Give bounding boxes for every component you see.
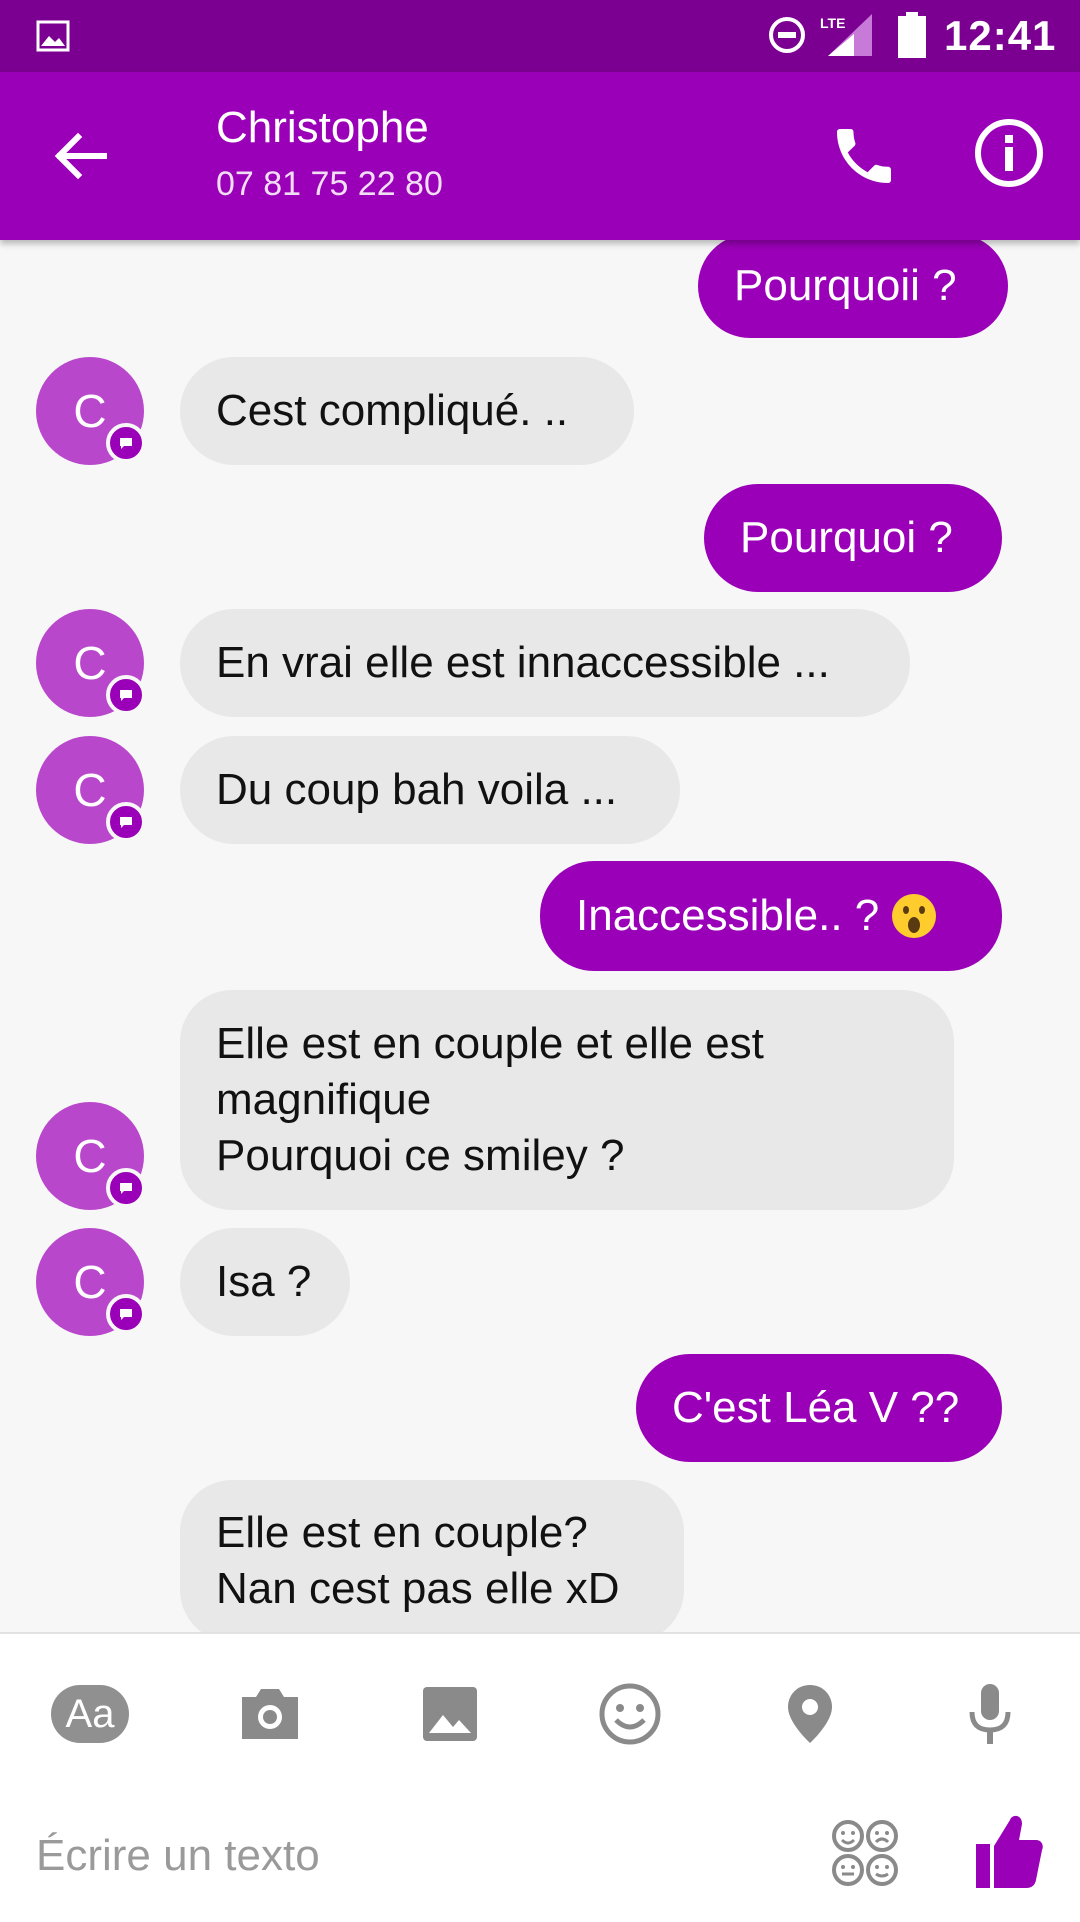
avatar[interactable]: C bbox=[36, 1102, 146, 1210]
network-type: LTE bbox=[820, 15, 845, 31]
messenger-badge-icon bbox=[106, 802, 146, 842]
text-format-icon: Aa bbox=[51, 1685, 129, 1743]
signal-icon: LTE bbox=[820, 14, 872, 56]
camera-button[interactable] bbox=[230, 1674, 310, 1754]
emoji-button[interactable] bbox=[590, 1674, 670, 1754]
message-text: Inaccessible.. ? bbox=[576, 891, 880, 940]
contact-phone: 07 81 75 22 80 bbox=[216, 165, 443, 203]
location-icon bbox=[788, 1685, 832, 1743]
messenger-badge-icon bbox=[106, 423, 146, 463]
stickers-icon[interactable] bbox=[830, 1818, 900, 1888]
avatar-letter: C bbox=[73, 764, 107, 816]
avatar-letter: C bbox=[73, 637, 107, 689]
outgoing-message[interactable]: Pourquoii ? bbox=[698, 240, 1008, 338]
status-bar: LTE 12:41 bbox=[0, 0, 1080, 72]
avatar[interactable]: C bbox=[36, 1228, 146, 1336]
outgoing-message[interactable]: Pourquoi ? bbox=[704, 484, 1002, 592]
message-composer: Aa Écrire un texto bbox=[0, 1632, 1080, 1922]
message-text: En vrai elle est innaccessible ... bbox=[216, 638, 830, 687]
back-arrow-icon[interactable] bbox=[48, 124, 112, 188]
info-icon[interactable] bbox=[972, 116, 1046, 190]
gallery-icon bbox=[423, 1687, 477, 1741]
camera-icon bbox=[242, 1689, 298, 1739]
text-format-button[interactable]: Aa bbox=[50, 1674, 130, 1754]
conversation-header: Christophe 07 81 75 22 80 bbox=[0, 72, 1080, 240]
battery-icon bbox=[898, 12, 926, 58]
avatar-letter: C bbox=[73, 385, 107, 437]
do-not-disturb-icon bbox=[769, 17, 805, 53]
message-text: Du coup bah voila ... bbox=[216, 765, 618, 814]
astonished-emoji-icon bbox=[892, 894, 937, 938]
messenger-badge-icon bbox=[106, 1294, 146, 1334]
message-input[interactable]: Écrire un texto bbox=[36, 1830, 320, 1882]
incoming-message[interactable]: Du coup bah voila ... bbox=[180, 736, 680, 844]
incoming-message[interactable]: Elle est en couple et elle est magnifiqu… bbox=[180, 990, 954, 1210]
phone-call-icon[interactable] bbox=[828, 120, 900, 192]
incoming-message[interactable]: Cest compliqué. .. bbox=[180, 357, 634, 465]
incoming-message[interactable]: Isa ? bbox=[180, 1228, 350, 1336]
avatar[interactable]: C bbox=[36, 357, 146, 465]
message-list[interactable]: Pourquoii ? C Cest compliqué. .. Pourquo… bbox=[0, 240, 1080, 1632]
gallery-button[interactable] bbox=[410, 1674, 490, 1754]
thumbs-up-icon[interactable] bbox=[974, 1810, 1044, 1890]
contact-name[interactable]: Christophe bbox=[216, 102, 429, 154]
message-text: Pourquoi ? bbox=[740, 513, 953, 562]
outgoing-message[interactable]: C'est Léa V ?? bbox=[636, 1354, 1002, 1462]
avatar[interactable]: C bbox=[36, 609, 146, 717]
emoji-icon bbox=[599, 1683, 661, 1745]
message-text: C'est Léa V ?? bbox=[672, 1383, 960, 1432]
location-button[interactable] bbox=[770, 1674, 850, 1754]
message-text: Isa ? bbox=[216, 1257, 312, 1306]
gallery-notification-icon bbox=[36, 20, 70, 52]
avatar[interactable]: C bbox=[36, 736, 146, 844]
microphone-icon bbox=[969, 1684, 1011, 1744]
incoming-message[interactable]: Elle est en couple? Nan cest pas elle xD bbox=[180, 1480, 684, 1632]
avatar-letter: C bbox=[73, 1256, 107, 1308]
message-text: Elle est en couple et elle est magnifiqu… bbox=[216, 1019, 764, 1180]
messenger-badge-icon bbox=[106, 1168, 146, 1208]
avatar-letter: C bbox=[73, 1130, 107, 1182]
outgoing-message[interactable]: Inaccessible.. ? bbox=[540, 861, 1002, 971]
microphone-button[interactable] bbox=[950, 1674, 1030, 1754]
messenger-badge-icon bbox=[106, 675, 146, 715]
incoming-message[interactable]: En vrai elle est innaccessible ... bbox=[180, 609, 910, 717]
clock: 12:41 bbox=[944, 12, 1057, 59]
message-text: Pourquoii ? bbox=[734, 261, 957, 310]
message-text: Cest compliqué. .. bbox=[216, 386, 569, 435]
message-text: Elle est en couple? Nan cest pas elle xD bbox=[216, 1508, 620, 1613]
